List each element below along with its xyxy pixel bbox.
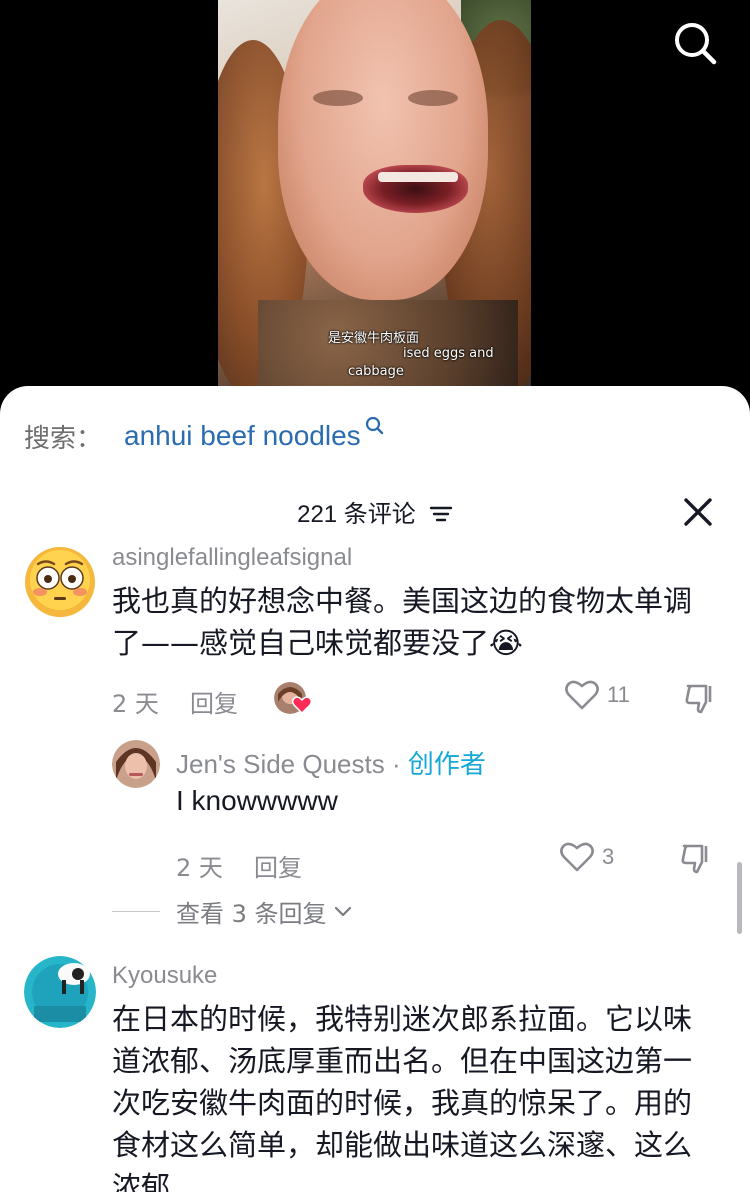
related-search-row: 搜索： anhui beef noodles [24,416,385,456]
comments-count: 221 条评论 [297,501,416,528]
creator-heart-icon [291,696,313,718]
video-subtitle-line-1: 是安徽牛肉板面 [328,331,420,346]
chevron-down-icon [334,906,351,916]
comment-text-line: 次吃安徽牛肉面的时候，我真的惊呆了。用的 [112,1086,693,1120]
search-icon [675,23,717,65]
heart-outline-icon [565,680,599,710]
sort-filter-icon[interactable] [429,504,453,528]
comment-text-line: 在日本的时候，我特别迷次郎系拉面。它以味 [112,1002,693,1036]
thumbs-down-icon [681,844,708,874]
video-subtitle-line-2: ised eggs and [403,346,494,361]
separator-dot: · [384,749,408,779]
comment-time: 2 天 [112,690,159,718]
heart-outline-icon [560,842,594,872]
comment-text-line: 浓郁 [112,1170,171,1192]
like-count: 11 [607,682,630,707]
dislike-button[interactable] [680,842,714,880]
related-search-label: 搜索： [24,423,103,454]
like-button[interactable]: 11 [565,680,630,710]
close-icon [684,498,712,526]
divider-line [112,911,160,912]
video-frame[interactable]: 是安徽牛肉板面 ised eggs and cabbage [218,0,531,390]
comment-text: I knowwwww [176,785,338,816]
close-comments-button[interactable] [680,494,716,530]
like-button[interactable]: 3 [560,842,614,872]
video-teeth [378,172,458,182]
reply-button[interactable]: 回复 [190,684,238,719]
comments-count-row: 221 条评论 [0,494,750,534]
view-replies-button[interactable]: 查看 3 条回复 [112,894,353,929]
thumbs-down-icon [685,684,712,714]
video-player[interactable]: 是安徽牛肉板面 ised eggs and cabbage [0,0,750,400]
comment-username[interactable]: Kyousuke [112,962,217,990]
comment-text-line: 我也真的好想念中餐。美国这边的食物太单调 [112,584,693,618]
reply-username-row: Jen's Side Quests · 创作者 [176,744,486,781]
scrollbar[interactable] [737,862,742,934]
dislike-button[interactable] [684,682,718,720]
creator-badge: 创作者 [407,749,486,779]
video-eye-left [313,90,363,106]
avatar[interactable] [24,956,96,1028]
comment-username[interactable]: asinglefallingleafsignal [112,544,352,572]
top-search-button[interactable] [670,18,720,68]
comments-sheet: 搜索： anhui beef noodles 221 条评论 asinglefa… [0,386,750,1192]
comment-username[interactable]: Jen's Side Quests [176,749,385,779]
avatar[interactable] [112,740,160,788]
comment-text-line: 了——感觉自己味觉都要没了😭 [112,626,523,660]
reply-button[interactable]: 回复 [254,848,302,883]
flushed-face-emoji-icon [25,547,95,617]
video-eye-right [408,90,458,106]
like-count: 3 [602,844,615,869]
comment-text-line: 食材这么简单，却能做出味道这么深邃、这么 [112,1128,693,1162]
avatar[interactable] [24,546,96,618]
view-replies-label: 查看 3 条回复 [176,900,327,928]
comment-text-line: 道浓郁、汤底厚重而出名。但在中国这边第一 [112,1044,693,1078]
video-subtitle-line-3: cabbage [348,364,404,379]
video-face [278,0,488,300]
related-search-link[interactable]: anhui beef noodles [124,420,361,452]
search-small-icon[interactable] [365,416,385,440]
comment-time: 2 天 [176,854,223,882]
